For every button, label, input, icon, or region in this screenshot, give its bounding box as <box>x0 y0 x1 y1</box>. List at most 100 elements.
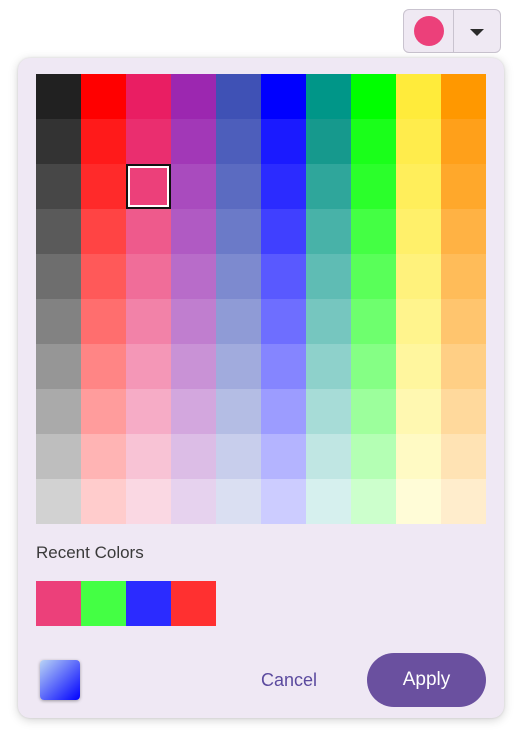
color-swatch[interactable] <box>261 479 306 524</box>
color-swatch[interactable] <box>351 119 396 164</box>
color-swatch[interactable] <box>396 389 441 434</box>
color-swatch[interactable] <box>81 479 126 524</box>
recent-color-swatch[interactable] <box>126 581 171 626</box>
color-swatch[interactable] <box>351 164 396 209</box>
color-swatch[interactable] <box>126 254 171 299</box>
color-swatch[interactable] <box>441 74 486 119</box>
color-swatch[interactable] <box>216 119 261 164</box>
recent-color-swatch[interactable] <box>81 581 126 626</box>
color-swatch[interactable] <box>216 254 261 299</box>
color-swatch[interactable] <box>396 344 441 389</box>
color-swatch[interactable] <box>306 299 351 344</box>
color-swatch[interactable] <box>306 164 351 209</box>
color-swatch[interactable] <box>351 434 396 479</box>
color-swatch[interactable] <box>351 344 396 389</box>
color-swatch[interactable] <box>396 119 441 164</box>
gradient-mode-icon[interactable] <box>40 660 80 700</box>
color-swatch[interactable] <box>441 479 486 524</box>
color-swatch[interactable] <box>216 479 261 524</box>
color-swatch[interactable] <box>36 209 81 254</box>
recent-color-swatch[interactable] <box>36 581 81 626</box>
color-swatch[interactable] <box>396 209 441 254</box>
color-swatch[interactable] <box>126 209 171 254</box>
color-swatch[interactable] <box>171 299 216 344</box>
color-swatch[interactable] <box>81 254 126 299</box>
color-swatch[interactable] <box>441 389 486 434</box>
color-swatch[interactable] <box>36 479 81 524</box>
color-swatch[interactable] <box>306 119 351 164</box>
color-swatch[interactable] <box>441 344 486 389</box>
color-swatch[interactable] <box>441 299 486 344</box>
color-swatch[interactable] <box>216 74 261 119</box>
color-swatch[interactable] <box>36 389 81 434</box>
color-swatch[interactable] <box>216 209 261 254</box>
current-color-button[interactable] <box>404 10 454 52</box>
color-swatch[interactable] <box>171 344 216 389</box>
color-swatch[interactable] <box>36 434 81 479</box>
color-swatch[interactable] <box>36 74 81 119</box>
color-swatch[interactable] <box>126 389 171 434</box>
color-swatch[interactable] <box>261 434 306 479</box>
color-swatch[interactable] <box>216 164 261 209</box>
color-swatch[interactable] <box>351 254 396 299</box>
color-swatch[interactable] <box>171 164 216 209</box>
color-swatch[interactable] <box>351 479 396 524</box>
color-swatch[interactable] <box>81 299 126 344</box>
color-swatch[interactable] <box>261 164 306 209</box>
color-swatch[interactable] <box>306 389 351 434</box>
color-swatch[interactable] <box>261 299 306 344</box>
color-swatch[interactable] <box>81 74 126 119</box>
color-swatch[interactable] <box>396 299 441 344</box>
color-swatch[interactable] <box>171 254 216 299</box>
color-swatch[interactable] <box>126 434 171 479</box>
color-swatch[interactable] <box>261 254 306 299</box>
color-swatch[interactable] <box>441 209 486 254</box>
color-swatch[interactable] <box>171 74 216 119</box>
color-swatch[interactable] <box>126 74 171 119</box>
color-swatch[interactable] <box>171 389 216 434</box>
color-swatch[interactable] <box>126 344 171 389</box>
color-swatch[interactable] <box>306 479 351 524</box>
color-swatch[interactable] <box>396 74 441 119</box>
color-swatch[interactable] <box>81 344 126 389</box>
color-swatch[interactable] <box>36 344 81 389</box>
color-swatch[interactable] <box>306 344 351 389</box>
color-swatch[interactable] <box>396 254 441 299</box>
color-swatch[interactable] <box>81 119 126 164</box>
color-swatch[interactable] <box>441 434 486 479</box>
color-swatch[interactable] <box>261 74 306 119</box>
apply-button[interactable]: Apply <box>367 653 486 707</box>
color-swatch[interactable] <box>36 254 81 299</box>
recent-color-swatch[interactable] <box>171 581 216 626</box>
color-swatch[interactable] <box>81 164 126 209</box>
color-swatch[interactable] <box>216 389 261 434</box>
color-swatch[interactable] <box>396 479 441 524</box>
color-swatch[interactable] <box>81 209 126 254</box>
color-swatch[interactable] <box>216 434 261 479</box>
color-swatch[interactable] <box>306 434 351 479</box>
color-swatch[interactable] <box>126 119 171 164</box>
color-swatch-selected[interactable] <box>126 164 171 209</box>
color-swatch[interactable] <box>216 299 261 344</box>
color-swatch[interactable] <box>351 389 396 434</box>
color-swatch[interactable] <box>81 389 126 434</box>
cancel-button[interactable]: Cancel <box>244 658 334 702</box>
color-swatch[interactable] <box>261 209 306 254</box>
color-swatch[interactable] <box>171 479 216 524</box>
color-swatch[interactable] <box>36 164 81 209</box>
color-swatch[interactable] <box>81 434 126 479</box>
color-swatch[interactable] <box>351 74 396 119</box>
color-swatch[interactable] <box>396 434 441 479</box>
color-swatch[interactable] <box>171 119 216 164</box>
color-swatch[interactable] <box>441 119 486 164</box>
color-swatch[interactable] <box>441 164 486 209</box>
color-swatch[interactable] <box>306 74 351 119</box>
color-swatch[interactable] <box>396 164 441 209</box>
color-swatch[interactable] <box>126 479 171 524</box>
color-swatch[interactable] <box>441 254 486 299</box>
color-swatch[interactable] <box>216 344 261 389</box>
color-swatch[interactable] <box>126 299 171 344</box>
color-swatch[interactable] <box>261 344 306 389</box>
color-swatch[interactable] <box>351 209 396 254</box>
color-swatch[interactable] <box>36 299 81 344</box>
